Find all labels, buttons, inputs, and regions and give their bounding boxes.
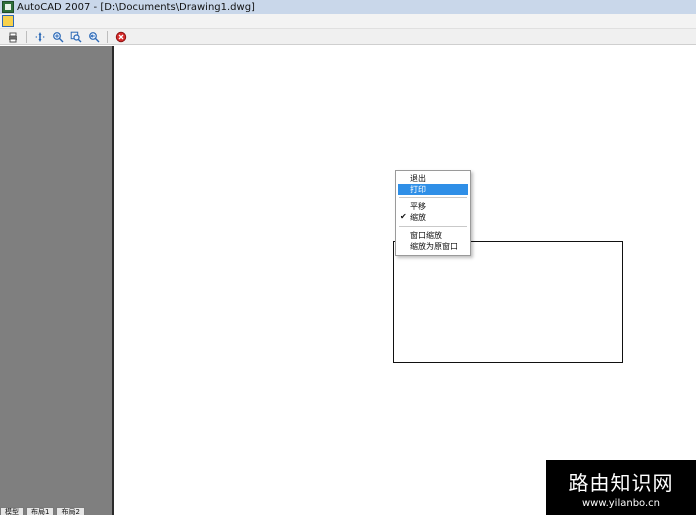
context-menu-item-label: 缩放为原窗口 [410,242,458,251]
watermark: 路由知识网 www.yilanbo.cn [546,460,696,515]
pan-icon[interactable] [33,30,47,44]
toolbar-separator [107,30,108,43]
left-sidebar [0,46,114,515]
zoom-previous-icon[interactable] [87,30,101,44]
tab-layout1[interactable]: 布局1 [26,507,55,516]
context-menu-item-exit[interactable]: 退出 [398,173,468,184]
autocad-app-icon [2,1,14,13]
context-menu-item-label: 平移 [410,202,426,211]
context-menu-item-window-zoom[interactable]: 窗口缩放 [398,230,468,241]
toolbar-separator [26,30,27,43]
window-title: AutoCAD 2007 - [D:\Documents\Drawing1.dw… [17,1,255,13]
context-menu-item-label: 窗口缩放 [410,231,442,240]
context-menu-item-label: 打印 [410,185,426,194]
toolbar [0,29,696,45]
checkmark-icon: ✔ [400,212,407,221]
context-menu-item-print[interactable]: 打印 [398,184,468,195]
watermark-title: 路由知识网 [568,470,674,495]
print-icon[interactable] [6,30,20,44]
document-icon[interactable] [2,15,14,27]
zoom-realtime-icon[interactable] [51,30,65,44]
watermark-url: www.yilanbo.cn [581,497,661,509]
layout-tabs: 模型 布局1 布局2 [0,505,160,516]
tab-layout2[interactable]: 布局2 [56,507,85,516]
context-menu-item-zoom-original[interactable]: 缩放为原窗口 [398,241,468,252]
context-menu-separator [399,226,467,227]
context-menu-item-label: 缩放 [410,213,426,222]
title-bar: AutoCAD 2007 - [D:\Documents\Drawing1.dw… [0,0,696,15]
close-drawing-icon[interactable] [114,30,128,44]
menu-bar [0,14,696,29]
zoom-window-icon[interactable] [69,30,83,44]
viewport-rectangle [393,241,623,363]
context-menu-item-pan[interactable]: 平移 [398,201,468,212]
tab-model[interactable]: 模型 [0,507,24,516]
context-menu-item-label: 退出 [410,174,426,183]
context-menu: 退出 打印 平移 ✔ 缩放 窗口缩放 缩放为原窗口 [395,170,471,256]
context-menu-item-zoom[interactable]: ✔ 缩放 [398,212,468,223]
context-menu-separator [399,197,467,198]
